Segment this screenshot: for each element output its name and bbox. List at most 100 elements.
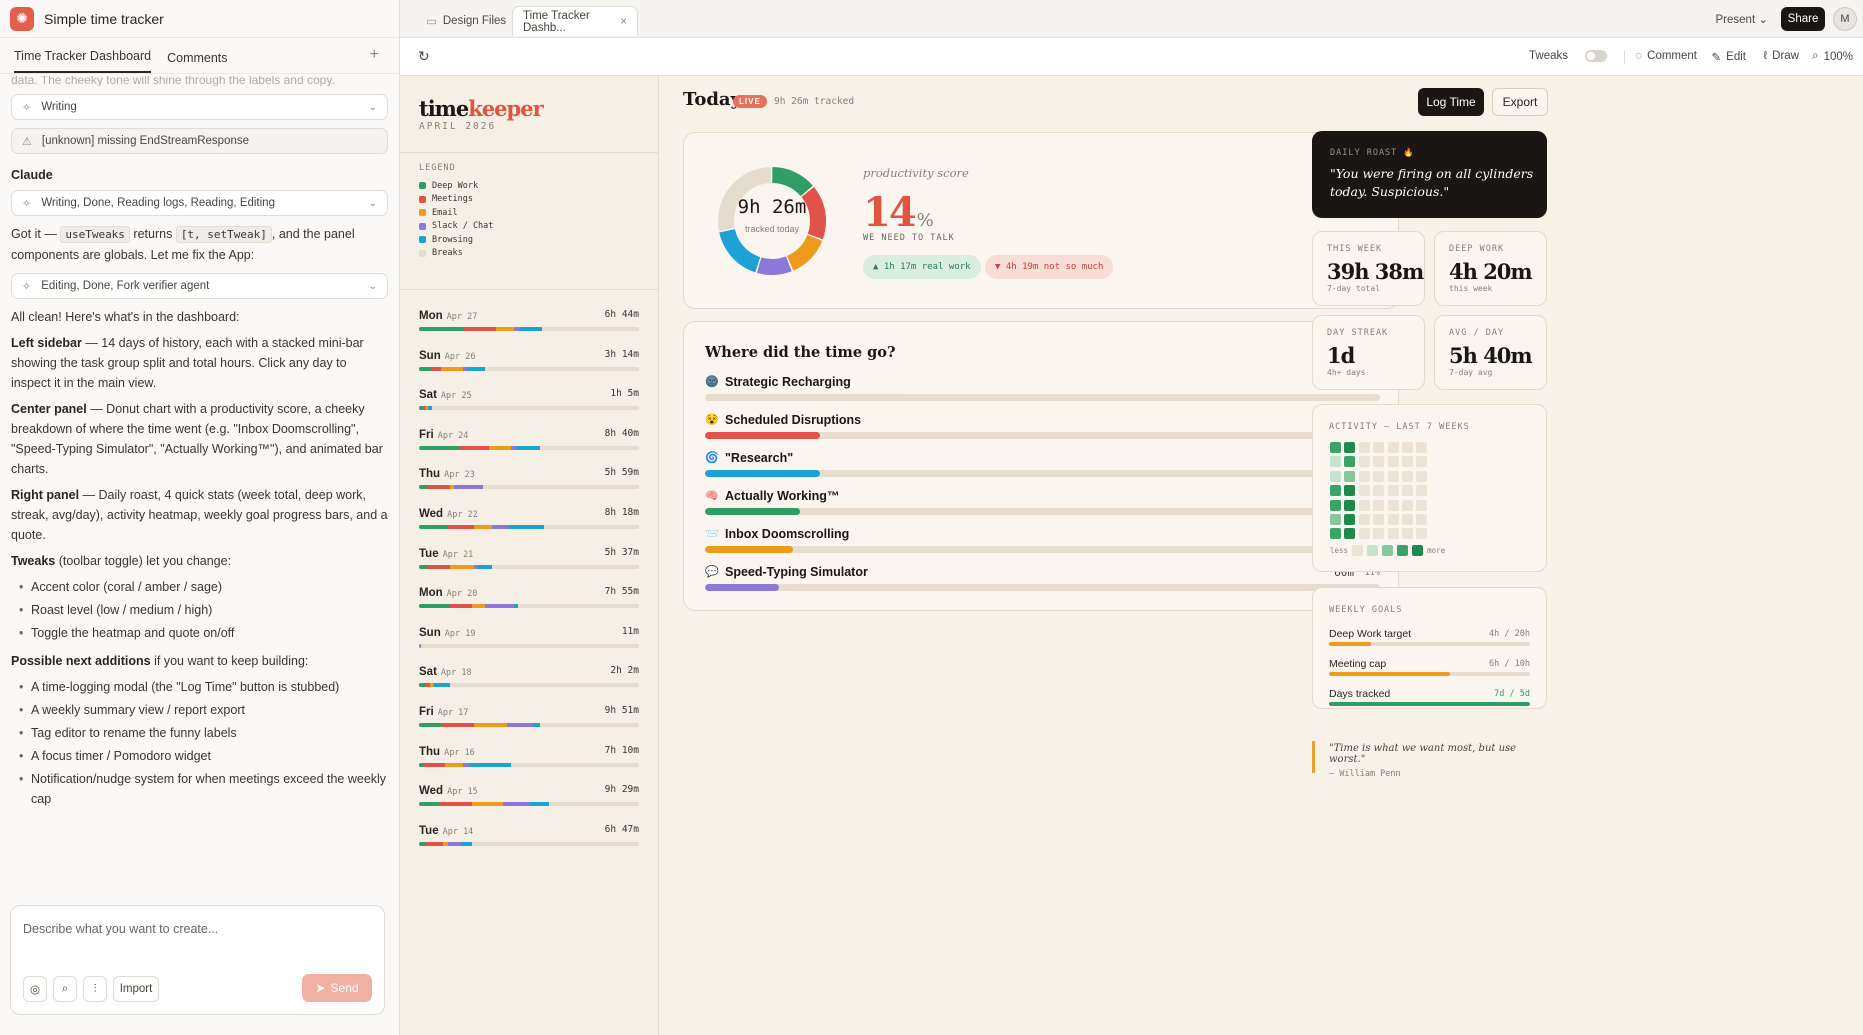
month-label: APRIL 2026 [419,121,497,132]
warning-icon: ⚠ [22,135,32,148]
stat-sub: 4h+ days [1327,368,1366,377]
day-row[interactable]: Tue Apr 21 5h 37m [419,528,639,569]
legend-title: LEGEND [419,163,456,173]
fix-message: Got it — useTweaks returns [t, setTweak]… [11,224,388,265]
category-row: 🌀"Research"1h 33m17% [705,451,1380,485]
day-row[interactable]: Sun Apr 26 3h 14m [419,330,639,371]
heatmap-cell [1344,470,1356,482]
day-name: Thu [419,745,441,758]
day-row[interactable]: Thu Apr 23 5h 59m [419,448,639,490]
bar-segment [447,841,461,846]
legend-label: Meetings [432,194,473,205]
present-button[interactable]: Present ⌄ [1716,12,1768,26]
tab-time-tracker-dashboard[interactable]: Time Tracker Dashboard [14,49,152,73]
heatmap-cell [1401,485,1413,497]
comment-button[interactable]: ◌ Comment [1635,50,1697,62]
tool-step-writing[interactable]: ✧ Writing ⌄ [11,94,388,120]
stat-deep-work: DEEP WORK 4h 20m this week [1434,231,1547,306]
productivity-tag: WE NEED TO TALK [863,233,955,243]
toolbar: ↻ Tweaks ◌ Comment ✎ Edit ℓ Draw ⌕ 100% [400,38,1863,76]
heatmap-cell [1358,470,1370,482]
tool-error-label: [unknown] missing EndStreamResponse [41,135,249,147]
breakdown-title: Where did the time go? [705,344,896,361]
day-row[interactable]: Tue Apr 14 6h 47m [419,805,639,846]
bar-segment [419,841,426,846]
category-bar [705,584,1380,591]
app-logo-icon[interactable]: ✺ [10,6,34,31]
legend-swatch [419,209,426,217]
heatmap-less-label: less [1330,546,1349,555]
heatmap-cell [1358,485,1370,497]
day-row[interactable]: Fri Apr 24 8h 40m [419,409,639,450]
tool-step-label: Writing [41,101,77,113]
list-item: A focus timer / Pomodoro widget [19,746,388,766]
send-button[interactable]: ➤ Send [302,974,372,1002]
chevron-down-icon: ⌄ [368,197,377,209]
toggle-switch[interactable] [1585,50,1607,62]
settings-icon[interactable]: ◎ [23,976,47,1002]
category-bar [705,394,1380,401]
heatmap-cell [1387,485,1399,497]
summary-next: Possible next additions if you want to k… [11,651,388,671]
day-row[interactable]: Fri Apr 17 9h 51m [419,686,639,727]
goal-bar-fill [1329,702,1530,706]
zoom-control[interactable]: ⌕ 100% [1812,50,1853,63]
stat-head: DAY STREAK [1327,328,1389,338]
heatmap-cell [1401,499,1413,511]
day-row[interactable]: Thu Apr 16 7h 10m [419,726,639,767]
attach-icon[interactable]: ⌕ [53,976,77,1002]
close-icon[interactable]: × [620,16,627,28]
day-row[interactable]: Sat Apr 18 2h 2m [419,646,639,688]
add-tab-icon[interactable]: + [370,46,379,64]
category-emoji-icon: 🌚 [705,376,719,388]
export-button[interactable]: Export [1492,88,1548,116]
heatmap-cell [1373,513,1385,525]
import-button[interactable]: Import [113,976,159,1002]
day-name: Fri [419,428,434,441]
tracked-summary: 9h 26m tracked [774,96,855,107]
heatmap-cell [1387,528,1399,540]
chat-messages: data. The cheeky tone will shine through… [0,76,399,865]
day-row[interactable]: Sat Apr 25 1h 5m [419,369,639,411]
tab-design-files[interactable]: ▭ Design Files [416,6,516,36]
brand-logo: timekeeper [419,96,544,121]
avatar[interactable]: M [1833,7,1857,31]
day-date: Apr 16 [444,747,475,758]
weekly-goals-card: WEEKLY GOALS Deep Work target 4h / 20h Mee… [1312,587,1547,709]
share-button[interactable]: Share [1781,7,1825,31]
reload-icon[interactable]: ↻ [418,48,430,65]
prompt-input[interactable]: Describe what you want to create... [11,906,384,952]
heatmap-cell [1358,456,1370,468]
draw-button[interactable]: ℓ Draw [1763,50,1799,62]
tweaks-toggle[interactable]: Tweaks [1529,50,1607,62]
day-hours: 1h 5m [610,388,639,400]
audio-icon[interactable]: ⫶ [83,976,107,1002]
day-row[interactable]: Sun Apr 19 11m [419,607,639,648]
legend-label: Slack / Chat [432,221,494,232]
heatmap-cell [1416,442,1428,453]
brand-part-a: time [419,96,469,121]
tool-steps-group[interactable]: ✧ Writing, Done, Reading logs, Reading, … [11,190,388,216]
tab-time-tracker[interactable]: Time Tracker Dashb... × [512,6,638,36]
not-work-pill: ▼ 4h 19m not so much [985,255,1114,279]
category-bar-fill [705,546,793,553]
summary-heading: Possible next additions [11,654,151,668]
edit-button[interactable]: ✎ Edit [1712,50,1746,64]
category-label: Speed-Typing Simulator [725,565,868,579]
day-row[interactable]: Mon Apr 20 7h 55m [419,567,639,609]
heatmap-cell [1344,513,1356,525]
goal-label: Days tracked [1329,688,1391,700]
msg-text: returns [133,227,173,241]
day-row[interactable]: Wed Apr 22 8h 18m [419,488,639,529]
tab-comments[interactable]: Comments [167,51,227,73]
log-time-button[interactable]: Log Time [1418,88,1484,116]
day-row[interactable]: Mon Apr 27 6h 44m [419,290,639,331]
category-emoji-icon: 💬 [705,566,719,578]
day-row[interactable]: Wed Apr 15 9h 29m [419,765,639,807]
tool-steps-group-2[interactable]: ✧ Editing, Done, Fork verifier agent ⌄ [11,273,388,299]
legend-item: Email [419,206,639,220]
goal-bar [1329,702,1530,706]
summary-center: Center panel — Donut chart with a produc… [11,399,388,479]
main-panel: Today LIVE 9h 26m tracked 9h 26m tracked… [660,76,1418,1035]
day-hours: 2h 2m [610,665,639,677]
